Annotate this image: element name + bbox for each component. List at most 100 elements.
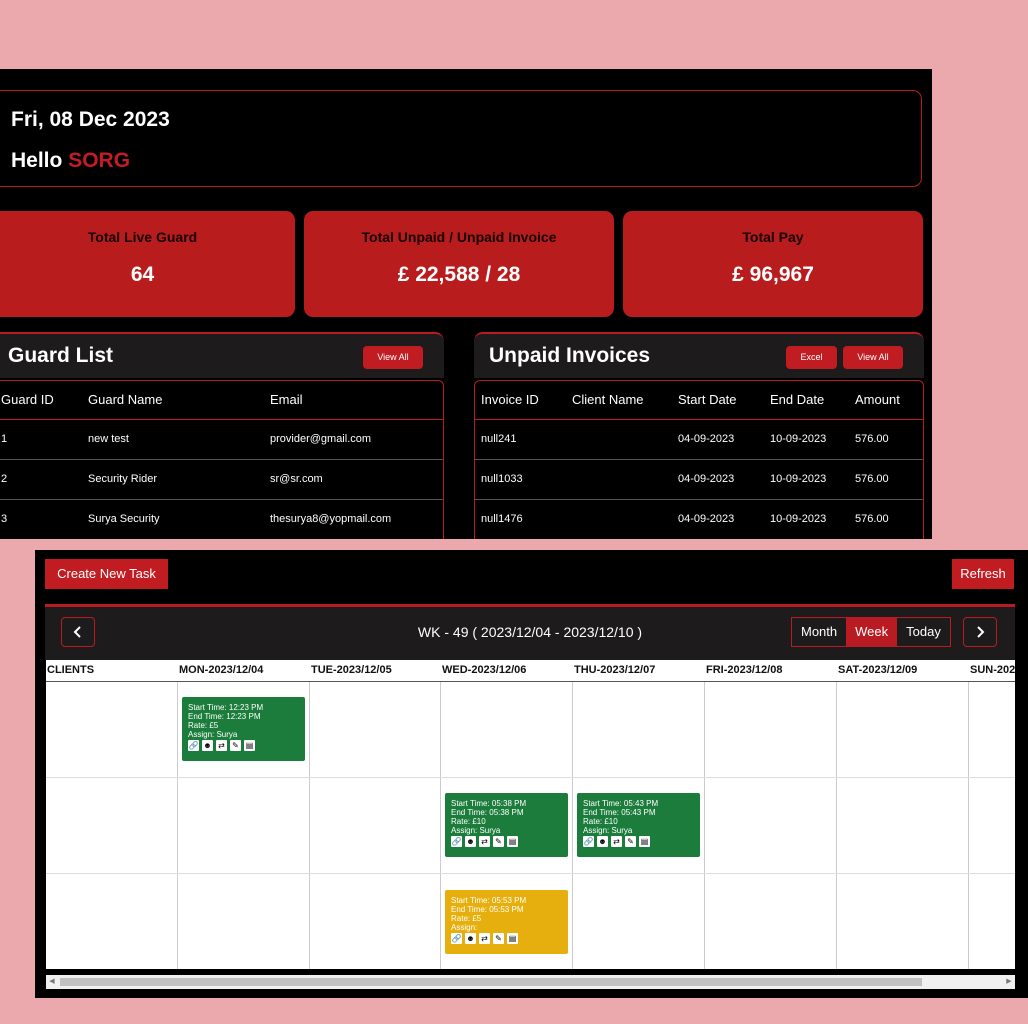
task-actions: 🔗 ☻ ⇄ ✎ ▤	[188, 740, 299, 751]
excel-button[interactable]: Excel	[786, 346, 837, 369]
invoice-view-all-button[interactable]: View All	[843, 346, 903, 369]
task-card[interactable]: Start Time: 05:43 PM End Time: 05:43 PM …	[577, 793, 700, 857]
task-start: Start Time: 05:38 PM	[451, 799, 527, 808]
guard-view-all-button[interactable]: View All	[363, 346, 423, 369]
guard-email: sr@sr.com	[270, 473, 323, 485]
grid-line	[177, 682, 178, 969]
grid-line	[46, 777, 1015, 778]
delete-icon[interactable]: ▤	[244, 740, 255, 751]
grid-line	[46, 873, 1015, 874]
edit-icon[interactable]: ✎	[625, 836, 636, 847]
calendar-grid: CLIENTS MON-2023/12/04 TUE-2023/12/05 WE…	[46, 660, 1015, 969]
table-row[interactable]: 1 new test provider@gmail.com	[0, 420, 443, 460]
end-date: 10-09-2023	[770, 513, 827, 525]
task-rate: Rate: £5	[188, 721, 219, 730]
column-header-clients: CLIENTS	[47, 664, 95, 676]
grid-line	[836, 682, 837, 969]
link-icon[interactable]: 🔗	[188, 740, 199, 751]
column-header: Guard Name	[88, 392, 163, 407]
table-row[interactable]: null1476 04-09-2023 10-09-2023 576.00	[475, 500, 923, 539]
edit-icon[interactable]: ✎	[230, 740, 241, 751]
table-header-row: Invoice ID Client Name Start Date End Da…	[475, 381, 923, 420]
guard-id: 2	[1, 473, 8, 485]
create-new-task-button[interactable]: Create New Task	[45, 559, 168, 589]
stat-label: Total Pay	[742, 229, 804, 245]
assign-user-icon[interactable]: ☻	[202, 740, 213, 751]
next-week-button[interactable]	[963, 617, 997, 647]
guard-name: new test	[88, 433, 129, 445]
view-month-button[interactable]: Month	[792, 618, 846, 646]
amount: 576.00	[855, 433, 889, 445]
table-row[interactable]: 3 Surya Security thesurya8@yopmail.com	[0, 500, 443, 539]
stat-value: £ 96,967	[732, 263, 814, 286]
edit-icon[interactable]: ✎	[493, 836, 504, 847]
task-card[interactable]: Start Time: 05:38 PM End Time: 05:38 PM …	[445, 793, 568, 857]
guard-email: thesurya8@yopmail.com	[270, 513, 392, 525]
table-header-row: Guard ID Guard Name Email	[0, 381, 443, 420]
column-header: Amount	[855, 392, 900, 407]
chevron-right-icon	[977, 626, 985, 638]
assign-user-icon[interactable]: ☻	[465, 836, 476, 847]
repeat-icon[interactable]: ⇄	[479, 836, 490, 847]
view-today-button[interactable]: Today	[897, 618, 950, 646]
guard-email: provider@gmail.com	[270, 433, 372, 445]
scrollbar-thumb[interactable]	[60, 978, 922, 986]
link-icon[interactable]: 🔗	[451, 933, 462, 944]
invoice-id: null1476	[481, 513, 523, 525]
calendar-toolbar: WK - 49 ( 2023/12/04 - 2023/12/10 ) Mont…	[45, 607, 1015, 660]
column-header: Invoice ID	[481, 392, 539, 407]
unpaid-invoices-title: Unpaid Invoices	[489, 344, 651, 367]
task-rate: Rate: £5	[451, 914, 482, 923]
stat-value: 64	[130, 263, 155, 286]
horizontal-scrollbar[interactable]: ◀ ▶	[46, 975, 1015, 989]
current-date: Fri, 08 Dec 2023	[11, 108, 170, 131]
repeat-icon[interactable]: ⇄	[216, 740, 227, 751]
delete-icon[interactable]: ▤	[507, 836, 518, 847]
prev-week-button[interactable]	[61, 617, 95, 647]
task-assign: Assign: Surya	[188, 730, 238, 739]
dashboard-header: Fri, 08 Dec 2023 Hello SORG	[0, 90, 922, 187]
delete-icon[interactable]: ▤	[639, 836, 650, 847]
edit-icon[interactable]: ✎	[493, 933, 504, 944]
column-header-tue: TUE-2023/12/05	[311, 664, 392, 676]
task-card[interactable]: Start Time: 05:53 PM End Time: 05:53 PM …	[445, 890, 568, 954]
stat-label: Total Unpaid / Unpaid Invoice	[361, 229, 557, 245]
task-card[interactable]: Start Time: 12:23 PM End Time: 12:23 PM …	[182, 697, 305, 761]
refresh-button[interactable]: Refresh	[952, 559, 1014, 589]
chevron-left-icon	[73, 626, 81, 638]
link-icon[interactable]: 🔗	[583, 836, 594, 847]
scroll-left-icon[interactable]: ◀	[46, 975, 58, 989]
column-header-fri: FRI-2023/12/08	[706, 664, 783, 676]
repeat-icon[interactable]: ⇄	[611, 836, 622, 847]
calendar-panel: Create New Task Refresh WK - 49 ( 2023/1…	[35, 550, 1028, 998]
unpaid-invoices-header: Unpaid Invoices Excel View All	[474, 332, 924, 378]
task-assign: Assign: Surya	[583, 826, 633, 835]
column-header-thu: THU-2023/12/07	[574, 664, 656, 676]
invoice-id: null1033	[481, 473, 523, 485]
assign-user-icon[interactable]: ☻	[465, 933, 476, 944]
column-header-mon: MON-2023/12/04	[179, 664, 264, 676]
column-header-wed: WED-2023/12/06	[442, 664, 527, 676]
task-assign: Assign:	[451, 923, 478, 932]
task-actions: 🔗 ☻ ⇄ ✎ ▤	[583, 836, 694, 847]
invoice-id: null241	[481, 433, 517, 445]
repeat-icon[interactable]: ⇄	[479, 933, 490, 944]
guard-list-title: Guard List	[8, 344, 114, 367]
link-icon[interactable]: 🔗	[451, 836, 462, 847]
assign-user-icon[interactable]: ☻	[597, 836, 608, 847]
grid-header-line	[46, 681, 1015, 682]
table-row[interactable]: null1033 04-09-2023 10-09-2023 576.00	[475, 460, 923, 500]
scroll-right-icon[interactable]: ▶	[1003, 975, 1015, 989]
grid-line	[704, 682, 705, 969]
delete-icon[interactable]: ▤	[507, 933, 518, 944]
stat-card-total-unpaid: Total Unpaid / Unpaid Invoice £ 22,588 /…	[304, 211, 614, 317]
table-row[interactable]: null241 04-09-2023 10-09-2023 576.00	[475, 420, 923, 460]
task-actions: 🔗 ☻ ⇄ ✎ ▤	[451, 933, 562, 944]
table-row[interactable]: 2 Security Rider sr@sr.com	[0, 460, 443, 500]
end-date: 10-09-2023	[770, 473, 827, 485]
greeting: Hello SORG	[11, 149, 130, 173]
task-actions: 🔗 ☻ ⇄ ✎ ▤	[451, 836, 562, 847]
task-end: End Time: 12:23 PM	[188, 712, 261, 721]
task-start: Start Time: 05:53 PM	[451, 896, 527, 905]
view-week-button[interactable]: Week	[846, 618, 898, 646]
